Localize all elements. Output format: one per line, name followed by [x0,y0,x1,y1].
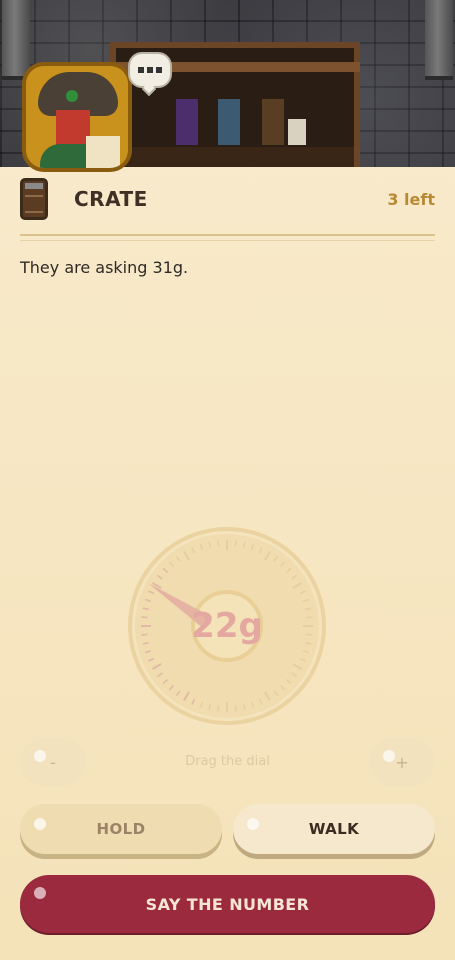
increase-label: + [395,752,409,772]
stall-goods [262,99,284,145]
merchant-cloth [86,136,120,168]
button-shine [383,750,395,762]
walk-button[interactable]: WALK [233,804,435,854]
stall-goods [176,99,198,145]
bubble-dot [156,67,162,73]
stall-counter [116,147,354,167]
button-shine [34,818,46,830]
dial-value: 22g [191,606,263,646]
bubble-dot [147,67,153,73]
merchant-face [56,110,90,148]
stall-goods [288,119,306,145]
increase-button[interactable]: + [369,738,435,786]
items-remaining: 3 left [387,189,435,209]
item-header: CRATE 3 left [20,176,435,222]
bubble-dot [138,67,144,73]
stone-pillar-left [2,0,30,80]
drag-hint: Drag the dial [185,754,270,769]
stone-pillar-right [425,0,453,80]
button-shine [247,818,259,830]
merchant-portrait [22,62,132,172]
item-name: CRATE [74,187,148,211]
hold-button[interactable]: HOLD [20,804,222,854]
asking-price-text: They are asking 31g. [20,258,189,277]
button-shine [34,887,46,899]
ellipsis-bubble-icon [128,52,172,88]
hold-label: HOLD [96,820,146,838]
turban-gem [66,90,78,102]
say-number-button[interactable]: SAY THE NUMBER [20,875,435,933]
decrease-label: - [50,752,56,772]
walk-label: WALK [308,820,360,838]
stall-goods [218,99,240,145]
crate-icon [20,178,48,220]
button-shine [34,750,46,762]
divider [20,234,435,241]
say-number-label: SAY THE NUMBER [145,894,310,914]
price-dial[interactable]: 22g [128,527,326,725]
decrease-button[interactable]: - [20,738,86,786]
